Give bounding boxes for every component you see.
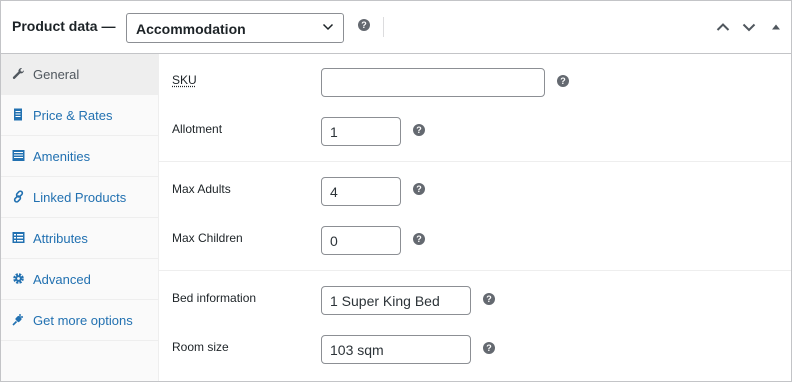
general-options-panel: SKU ? Allotment ? Max Adults ? Max Child… [159,54,791,381]
chevron-down-icon [322,23,334,31]
tab-general[interactable]: General [1,54,158,95]
move-down-icon[interactable] [741,19,757,35]
help-icon[interactable]: ? [358,19,370,31]
move-up-icon[interactable] [715,19,731,35]
plug-icon [12,314,23,326]
help-icon[interactable]: ? [557,75,569,87]
panel-title: Product data — [12,18,116,34]
help-icon[interactable]: ? [413,124,425,136]
wrench-icon [12,67,25,79]
product-data-panel: Product data — Accommodation ? General P… [0,0,792,382]
max-children-label: Max Children [172,231,243,245]
tab-advanced[interactable]: Advanced [1,259,158,300]
header-divider [383,17,384,37]
max-adults-input[interactable] [321,177,401,206]
tab-label: Amenities [33,149,91,164]
bed-information-label: Bed information [172,291,257,305]
document-icon [14,108,22,121]
max-children-input[interactable] [321,226,401,255]
allotment-label: Allotment [172,122,223,136]
bed-information-input[interactable] [321,286,471,315]
table-icon [12,232,25,243]
help-icon[interactable]: ? [483,342,495,354]
link-icon [13,190,24,203]
tab-label: Price & Rates [33,108,113,123]
sku-input[interactable] [321,68,545,97]
product-type-select[interactable]: Accommodation [126,13,344,43]
help-icon[interactable]: ? [413,233,425,245]
tab-get-more-options[interactable]: Get more options [1,300,158,341]
tab-linked-products[interactable]: Linked Products [1,177,158,218]
list-icon [12,150,25,161]
tab-label: Advanced [33,272,91,287]
gear-icon [13,273,24,284]
help-icon[interactable]: ? [483,293,495,305]
allotment-input[interactable] [321,117,401,146]
help-icon[interactable]: ? [413,183,425,195]
panel-header: Product data — Accommodation ? [1,1,791,54]
tab-label: General [33,67,80,82]
tab-label: Get more options [33,313,133,328]
options-group-occupancy: Max Adults ? Max Children ? [159,162,791,271]
tab-label: Linked Products [33,190,127,205]
product-type-value: Accommodation [136,21,246,37]
room-size-label: Room size [172,340,229,354]
sku-label: SKU [172,73,197,87]
tab-amenities[interactable]: Amenities [1,136,158,177]
tab-attributes[interactable]: Attributes [1,218,158,259]
options-group-basic: SKU ? Allotment ? [159,54,791,162]
room-size-input[interactable] [321,335,471,364]
tab-label: Attributes [33,231,88,246]
options-group-room: Bed information ? Room size ? [159,271,791,381]
tab-price-rates[interactable]: Price & Rates [1,95,158,136]
max-adults-label: Max Adults [172,182,231,196]
toggle-panel-icon[interactable] [768,19,784,35]
product-data-tabs: General Price & Rates Amenities Linked P… [1,54,159,381]
